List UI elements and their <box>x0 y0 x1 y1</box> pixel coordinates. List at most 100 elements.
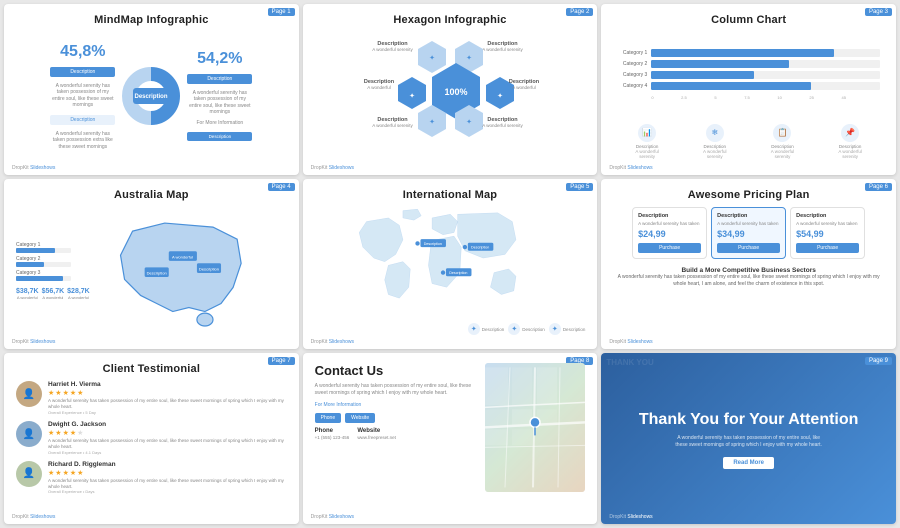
avatar-3: 👤 <box>16 461 42 487</box>
stars-1: ★ ★ ★ ★ ★ <box>48 389 287 397</box>
stars-3: ★ ★ ★ ★ ★ <box>48 469 287 477</box>
svg-text:Description: Description <box>147 270 167 275</box>
aus-fill-2 <box>16 262 44 267</box>
desc-pill-2: Description <box>187 74 252 84</box>
aus-bar-1: Category 1 <box>16 242 71 253</box>
small-text-2: A wonderful serenity has taken possessio… <box>50 131 115 151</box>
hex-label-mr: DescriptionA wonderful <box>505 79 543 91</box>
world-map-svg: Description Description Description <box>315 207 586 316</box>
chart-icon-2: ❄ DescriptionA wonderful serenity <box>695 124 735 159</box>
pricing-footer-desc: A wonderful serenity has taken possessio… <box>613 274 884 288</box>
intl-icon-label-2: Description <box>522 327 545 332</box>
contact-btn-website[interactable]: Website <box>345 413 375 423</box>
slide-title-international: International Map <box>315 189 586 201</box>
pricing-btn-1[interactable]: Purchase <box>638 243 701 253</box>
pricing-card-desc-1: A wonderful serenity has taken <box>638 221 701 227</box>
chart-icon-1: 📊 DescriptionA wonderful serenity <box>627 124 667 159</box>
thankyou-btn[interactable]: Read More <box>723 457 774 469</box>
contact-btn-phone[interactable]: Phone <box>315 413 341 423</box>
aus-nums-row: $38,7K A wonderful $56,7K A wonderful $2… <box>16 288 71 300</box>
slide-title-chart: Column Chart <box>613 14 884 26</box>
pricing-footer-title: Build a More Competitive Business Sector… <box>613 267 884 274</box>
bar-track-1 <box>651 49 880 57</box>
page-badge-7: Page 7 <box>268 357 295 365</box>
bar-label-1: Category 1 <box>617 50 647 56</box>
slide-testimonial: Page 7 Client Testimonial 👤 Harriet H. V… <box>4 353 299 524</box>
test-meta-1: Overall Experience • 5 Day <box>48 410 287 415</box>
star-2-5: ★ <box>77 429 83 437</box>
australia-content: Category 1 Category 2 Category 3 $38,7K … <box>16 207 287 336</box>
aus-num-val-2: $56,7K <box>42 288 65 295</box>
intl-icon-2: ✦ Description <box>508 323 545 335</box>
bar-row-3: Category 3 <box>617 71 880 79</box>
contact-phone-val: +1 (555) 123-456 <box>315 435 350 440</box>
svg-text:✦: ✦ <box>429 118 435 126</box>
thankyou-bg-1: THANK YOU <box>606 358 653 367</box>
testimonial-item-1: 👤 Harriet H. Vierma ★ ★ ★ ★ ★ A wonderfu… <box>16 381 287 415</box>
chart-content: Category 1 Category 2 Category 3 Categor… <box>613 32 884 161</box>
test-text-2: Dwight G. Jackson ★ ★ ★ ★ ★ A wonderful … <box>48 421 287 455</box>
contact-website-label: Website <box>357 428 396 434</box>
bar-label-3: Category 3 <box>617 72 647 78</box>
chart-axis: 0 2.5 5 7.5 10 25 45 <box>617 93 880 100</box>
star-2-4: ★ <box>70 429 76 437</box>
test-meta-2: Overall Experience • 4.1 Days <box>48 450 287 455</box>
chart-icon-circle-4: 📌 <box>841 124 859 142</box>
test-body-1: A wonderful serenity has taken possessio… <box>48 398 287 410</box>
australia-svg: A wonderful Description Description <box>75 207 287 336</box>
map-svg <box>485 363 585 492</box>
hex-label-ml: DescriptionA wonderful <box>360 79 398 91</box>
star-1-5: ★ <box>77 389 83 397</box>
hex-label-br: DescriptionA wonderful serenity <box>480 117 525 129</box>
bar-fill-1 <box>651 49 834 57</box>
svg-text:100%: 100% <box>444 87 467 97</box>
aus-num-2: $56,7K A wonderful <box>42 288 65 300</box>
pricing-card-title-3: Description <box>796 213 859 219</box>
test-name-3: Richard D. Riggleman <box>48 461 287 468</box>
slide-title-pricing: Awesome Pricing Plan <box>613 189 884 201</box>
star-3-3: ★ <box>63 469 69 477</box>
slide-mindmap: Page 1 MindMap Infographic 45,8% Descrip… <box>4 4 299 175</box>
intl-icon-circle-2: ✦ <box>508 323 520 335</box>
chart-icon-4: 📌 DescriptionA wonderful serenity <box>830 124 870 159</box>
pricing-card-2: Description A wonderful serenity has tak… <box>711 207 786 259</box>
pricing-btn-2[interactable]: Purchase <box>717 243 780 253</box>
svg-text:Description: Description <box>471 245 489 249</box>
bar-label-2: Category 2 <box>617 61 647 67</box>
svg-text:✦: ✦ <box>466 54 472 62</box>
slide-pricing: Page 6 Awesome Pricing Plan Description … <box>601 179 896 350</box>
bar-fill-4 <box>651 82 811 90</box>
contact-website-item: Website www.freepreset.net <box>357 428 396 440</box>
testimonial-content: 👤 Harriet H. Vierma ★ ★ ★ ★ ★ A wonderfu… <box>16 381 287 510</box>
avatar-1: 👤 <box>16 381 42 407</box>
donut-chart: Description <box>121 66 181 126</box>
aus-fill-3 <box>16 276 63 281</box>
avatar-2: 👤 <box>16 421 42 447</box>
bar-label-4: Category 4 <box>617 83 647 89</box>
intl-map-content: Description Description Description ✦ De… <box>315 207 586 336</box>
pricing-card-title-1: Description <box>638 213 701 219</box>
small-text-3: A wonderful serenity has taken possessio… <box>187 90 252 116</box>
slide-title-hexagon: Hexagon Infographic <box>315 14 586 26</box>
svg-text:Description: Description <box>449 271 467 275</box>
page-badge-5: Page 5 <box>566 183 593 191</box>
star-3-1: ★ <box>48 469 54 477</box>
slide-international: Page 5 International Map <box>303 179 598 350</box>
brand-footer-7: DropKit Slideshows <box>12 514 55 520</box>
aus-bar-3: Category 3 <box>16 270 71 281</box>
thankyou-desc: A wonderful serenity has taken possessio… <box>674 435 824 449</box>
brand-footer-1: DropKit Slideshows <box>12 165 55 171</box>
aus-map-area: A wonderful Description Description <box>75 207 287 336</box>
svg-text:A wonderful: A wonderful <box>172 254 193 259</box>
aus-bars: Category 1 Category 2 Category 3 $38,7K … <box>16 242 71 300</box>
slide-title-testimonial: Client Testimonial <box>16 363 287 375</box>
intl-icon-1: ✦ Description <box>468 323 505 335</box>
pricing-btn-3[interactable]: Purchase <box>796 243 859 253</box>
contact-map <box>485 363 585 492</box>
small-text-4: For More Information <box>187 120 252 127</box>
desc-pill-1: Description <box>50 67 115 77</box>
svg-text:✦: ✦ <box>429 54 435 62</box>
star-3-5: ★ <box>77 469 83 477</box>
pricing-card-1: Description A wonderful serenity has tak… <box>632 207 707 259</box>
brand-footer-5: DropKit Slideshows <box>311 339 354 345</box>
